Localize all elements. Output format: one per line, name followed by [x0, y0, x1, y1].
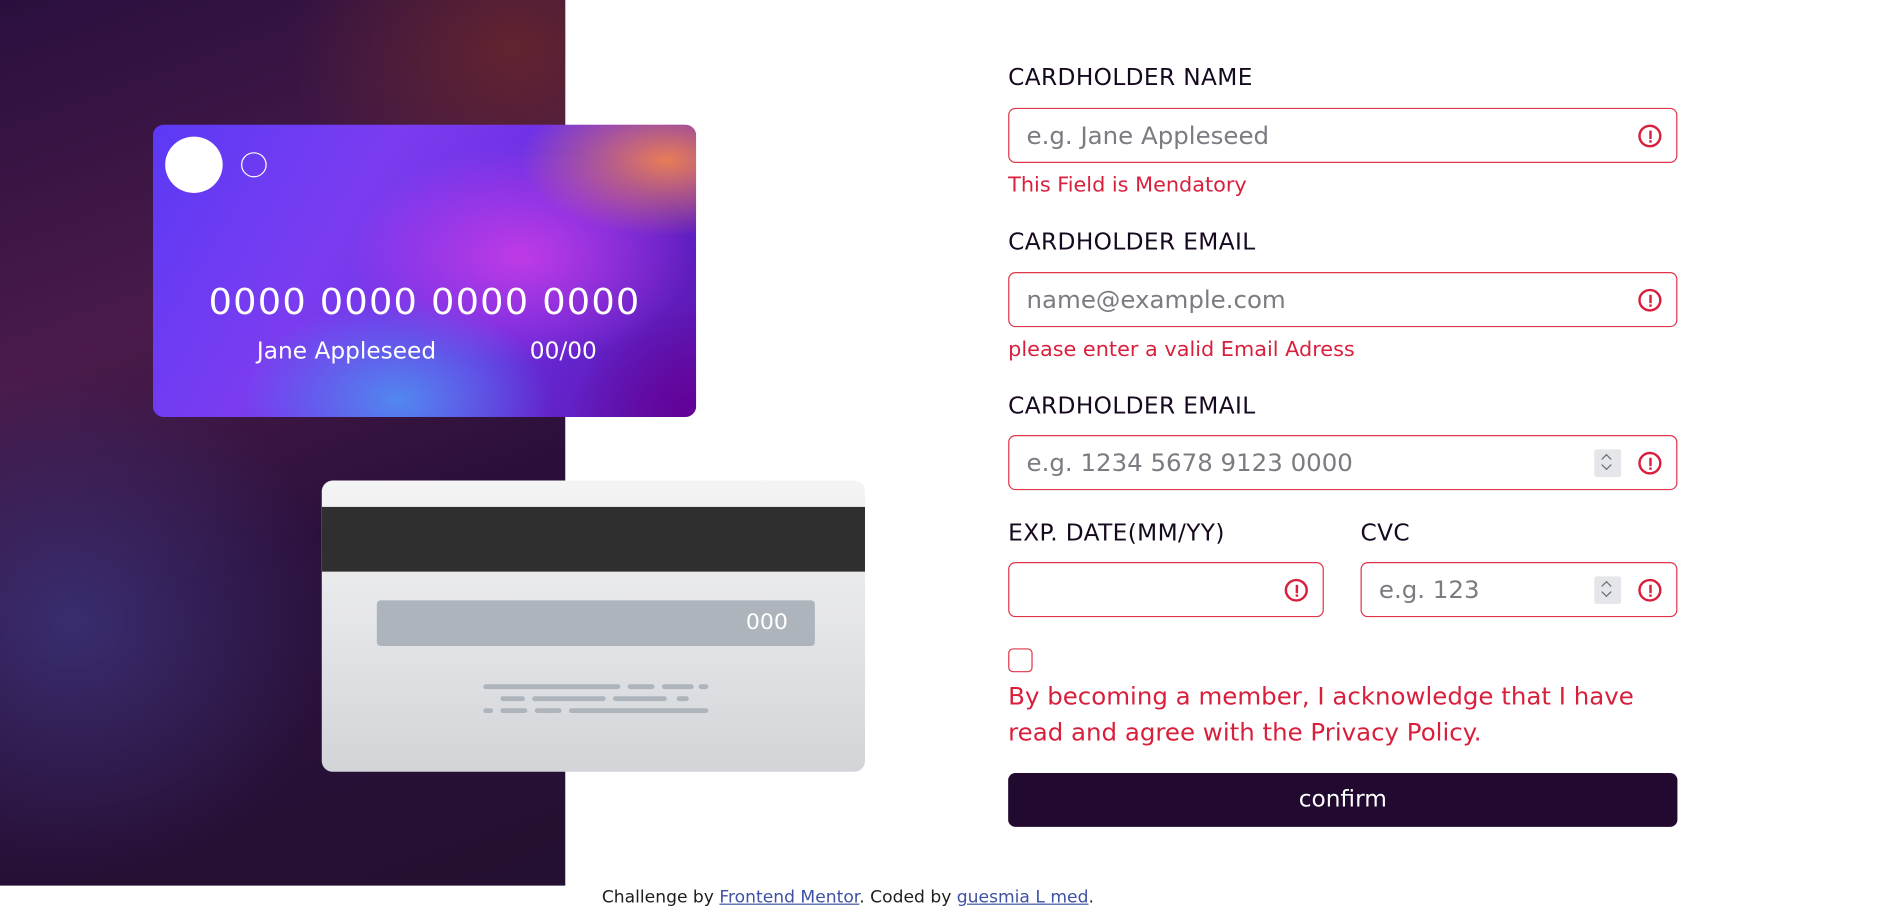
exp-date-input[interactable] — [1026, 563, 1259, 616]
privacy-policy-text: By becoming a member, I acknowledge that… — [1008, 681, 1634, 747]
cvc-label: CVC — [1360, 520, 1411, 547]
number-spinner[interactable] — [1594, 449, 1622, 477]
footer-suffix: . — [1088, 888, 1094, 908]
footer-middle: . Coded by — [859, 888, 957, 908]
footer-prefix: Challenge by — [601, 888, 720, 908]
card-number-field[interactable] — [1008, 435, 1678, 491]
card-logo-circle-icon — [165, 136, 223, 193]
cvc-spinner[interactable] — [1594, 576, 1622, 604]
page: 0000 0000 0000 0000 Jane Appleseed 00/00… — [0, 0, 1894, 918]
error-circle-icon — [1284, 578, 1308, 602]
card-exp-date: 00/00 — [529, 337, 597, 365]
cvc-field[interactable] — [1360, 562, 1678, 618]
card-back-text-lines — [481, 684, 713, 720]
cardholder-name-input[interactable] — [1026, 109, 1527, 162]
error-circle-icon — [1638, 124, 1662, 148]
frontend-mentor-link[interactable]: Frontend Mentor — [719, 888, 859, 907]
cardholder-email-label: CARDHOLDER EMAIL — [1008, 228, 1256, 256]
attribution-footer: Challenge by Frontend Mentor. Coded by g… — [0, 888, 1696, 907]
error-circle-icon — [1638, 288, 1662, 312]
cardholder-name-field[interactable] — [1008, 107, 1678, 163]
confirm-button[interactable]: confirm — [1008, 772, 1678, 827]
card-logo-ring-icon — [241, 152, 267, 178]
card-number-input[interactable] — [1026, 436, 1565, 489]
card-holder-name: Jane Appleseed — [256, 337, 437, 365]
card-number: 0000 0000 0000 0000 — [208, 281, 641, 324]
magnetic-stripe — [321, 506, 866, 572]
cardholder-email-input[interactable] — [1026, 273, 1527, 326]
name-error-message: This Field is Mendatory — [1008, 173, 1247, 198]
card-back: 000 — [321, 480, 866, 772]
email-error-message: please enter a valid Email Adress — [1008, 337, 1355, 362]
exp-date-label: EXP. DATE(MM/YY) — [1008, 520, 1225, 547]
cardholder-name-label: CARDHOLDER NAME — [1008, 64, 1253, 92]
author-link[interactable]: guesmia L med — [957, 888, 1089, 907]
exp-date-field[interactable] — [1008, 562, 1324, 618]
privacy-checkbox[interactable] — [1008, 648, 1033, 673]
card-cvc: 000 — [376, 600, 815, 646]
card-front: 0000 0000 0000 0000 Jane Appleseed 00/00 — [152, 124, 697, 418]
card-number-label: CARDHOLDER EMAIL — [1008, 393, 1256, 420]
error-circle-icon — [1638, 451, 1662, 475]
cardholder-email-field[interactable] — [1008, 272, 1678, 328]
cvc-input[interactable] — [1378, 563, 1575, 616]
error-circle-icon — [1638, 578, 1662, 602]
